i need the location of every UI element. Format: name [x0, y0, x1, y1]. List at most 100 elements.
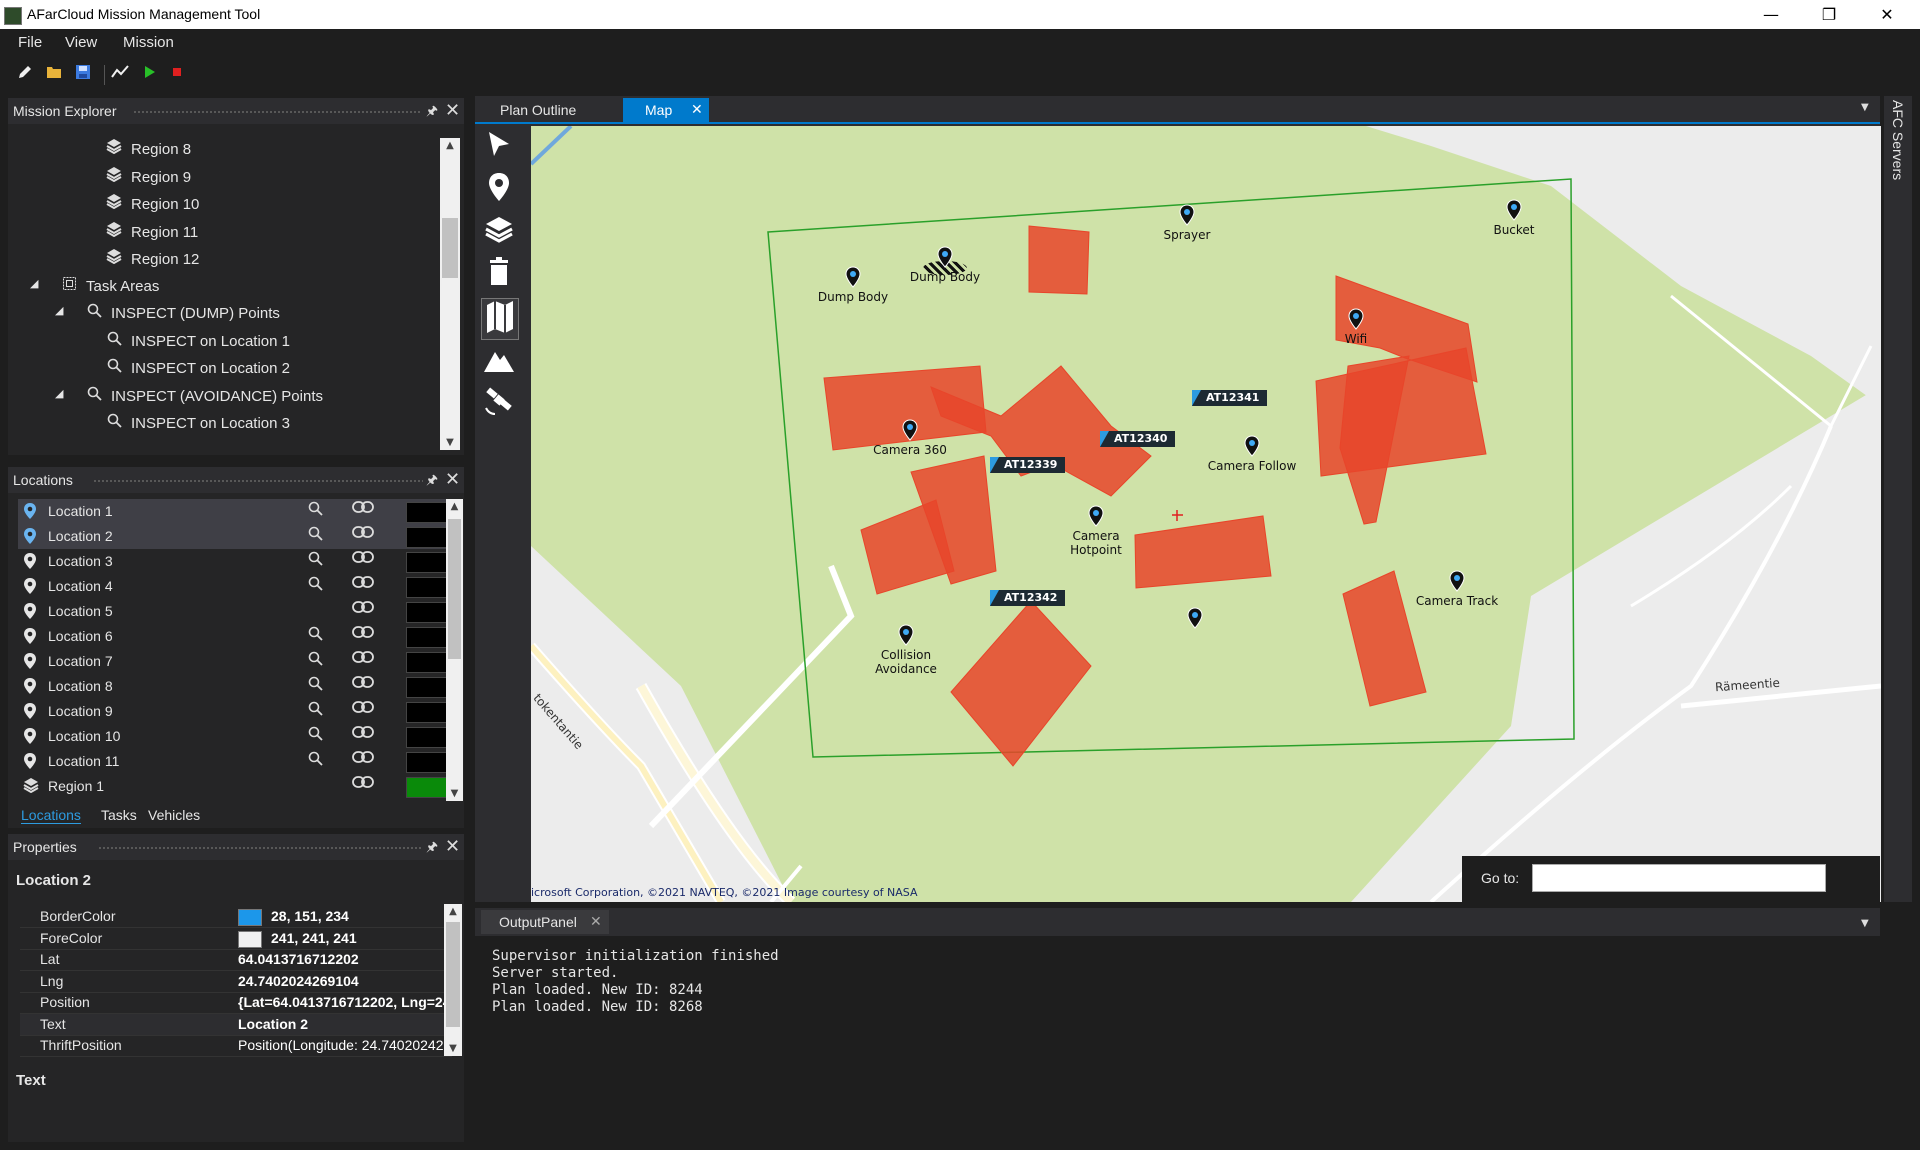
location-row[interactable]: Location 6 [18, 624, 463, 649]
search-icon[interactable] [308, 526, 323, 545]
close-tab-icon[interactable]: ✕ [691, 101, 703, 118]
vehicle-tag[interactable]: AT12341 [1192, 390, 1268, 406]
link-icon[interactable] [352, 625, 374, 644]
vehicle-tag[interactable]: AT12342 [990, 590, 1066, 606]
close-icon[interactable]: ✕ [445, 469, 460, 490]
location-row[interactable]: Location 3 [18, 549, 463, 574]
tree-item[interactable]: Region 11 [105, 221, 198, 248]
location-row[interactable]: Location 2 [18, 524, 463, 549]
search-icon[interactable] [308, 626, 323, 645]
tab-map[interactable]: Map ✕ [623, 98, 709, 122]
minimize-button[interactable]: — [1742, 0, 1800, 29]
tree-item[interactable]: Region 10 [105, 193, 199, 220]
tree-item[interactable]: Region 12 [105, 248, 199, 275]
stop-button[interactable] [166, 64, 188, 86]
map-marker-pin[interactable] [1179, 204, 1195, 226]
goto-input[interactable] [1532, 864, 1826, 892]
add-location-button[interactable] [483, 172, 515, 204]
tree-item[interactable]: ◢ INSPECT (AVOIDANCE) Points [55, 386, 323, 413]
location-row[interactable]: Location 9 [18, 699, 463, 724]
select-tool-button[interactable] [483, 130, 515, 162]
link-icon[interactable] [352, 725, 374, 744]
map-marker-pin[interactable] [1187, 607, 1203, 629]
link-icon[interactable] [352, 675, 374, 694]
map-marker-pin[interactable] [1348, 308, 1364, 330]
search-icon[interactable] [308, 701, 323, 720]
location-row[interactable]: Location 7 [18, 649, 463, 674]
menu-file[interactable]: File [18, 34, 42, 51]
map-marker-pin[interactable] [1244, 435, 1260, 457]
search-icon[interactable] [308, 726, 323, 745]
tab-overflow-icon[interactable]: ▼ [1861, 102, 1869, 113]
link-icon[interactable] [352, 550, 374, 569]
link-icon[interactable] [352, 600, 374, 619]
menu-mission[interactable]: Mission [123, 34, 174, 51]
tree-item[interactable]: ◢ INSPECT (DUMP) Points [55, 303, 280, 330]
tab-vehicles[interactable]: Vehicles [148, 807, 200, 823]
close-icon[interactable]: ✕ [445, 836, 460, 857]
map-marker-pin[interactable] [1449, 570, 1465, 592]
location-row[interactable]: Location 5 [18, 599, 463, 624]
location-row[interactable]: Location 8 [18, 674, 463, 699]
link-icon[interactable] [352, 750, 374, 769]
tree-item[interactable]: Region 9 [105, 166, 191, 193]
map-marker-pin[interactable] [898, 624, 914, 646]
map-view-button[interactable] [481, 298, 519, 340]
property-row[interactable]: Lng 24.7402024269104 [20, 971, 452, 993]
map-marker-pin[interactable] [845, 266, 861, 288]
add-region-button[interactable] [483, 214, 515, 246]
expand-arrow-icon[interactable]: ◢ [30, 277, 38, 290]
location-row[interactable]: Location 11 [18, 749, 463, 774]
map-marker-pin[interactable] [1088, 505, 1104, 527]
panel-overflow-icon[interactable]: ▼ [1861, 918, 1869, 929]
map-marker-pin[interactable] [937, 246, 953, 268]
tab-output-panel[interactable]: OutputPanel ✕ [481, 910, 609, 934]
link-icon[interactable] [352, 525, 374, 544]
tab-plan-outline[interactable]: Plan Outline [483, 98, 603, 122]
search-icon[interactable] [308, 751, 323, 770]
mission-tree-scrollbar[interactable]: ▲ ▼ [440, 138, 460, 450]
delete-button[interactable] [483, 256, 515, 288]
link-icon[interactable] [352, 775, 374, 794]
link-icon[interactable] [352, 500, 374, 519]
new-plan-button[interactable] [14, 64, 36, 86]
location-row[interactable]: Region 1 [18, 774, 463, 799]
properties-scrollbar[interactable]: ▲ ▼ [444, 904, 462, 1056]
tree-item[interactable]: INSPECT on Location 1 [105, 331, 290, 358]
satellite-button[interactable] [483, 386, 515, 418]
close-icon[interactable]: ✕ [445, 100, 460, 121]
map-marker-pin[interactable] [1506, 199, 1522, 221]
tree-item[interactable]: INSPECT on Location 3 [105, 413, 290, 440]
vehicle-tag[interactable]: AT12340 [1100, 431, 1176, 447]
property-row[interactable]: ThriftPosition Position(Longitude: 24.740… [20, 1035, 458, 1057]
pin-icon[interactable]: 🖈 [426, 471, 438, 493]
pin-icon[interactable]: 🖈 [426, 838, 438, 860]
tree-item[interactable]: ◢ Task Areas [30, 276, 159, 303]
location-row[interactable]: Location 10 [18, 724, 463, 749]
tab-tasks[interactable]: Tasks [101, 807, 137, 823]
property-row[interactable]: Lat 64.0413716712202 [20, 949, 452, 971]
map-view[interactable]: Dump Body Dump Body Sprayer Bucket Wifi Camer… [531, 126, 1881, 902]
location-row[interactable]: Location 4 [18, 574, 463, 599]
restore-button[interactable]: ❐ [1800, 0, 1858, 29]
property-row[interactable]: Position {Lat=64.0413716712202, Lng=24.74… [20, 992, 458, 1014]
afc-servers-tab[interactable]: AFC Servers [1890, 100, 1906, 180]
map-marker-pin[interactable] [902, 419, 918, 441]
property-row[interactable]: Text Location 2 [20, 1013, 452, 1036]
save-button[interactable] [72, 64, 94, 86]
tree-item[interactable]: INSPECT on Location 2 [105, 358, 290, 385]
link-icon[interactable] [352, 575, 374, 594]
chart-button[interactable] [109, 64, 131, 86]
locations-scrollbar[interactable]: ▲ ▼ [446, 499, 463, 801]
search-icon[interactable] [308, 676, 323, 695]
open-button[interactable] [43, 64, 65, 86]
location-row[interactable]: Location 1 [18, 499, 463, 524]
expand-arrow-icon[interactable]: ◢ [55, 304, 63, 317]
expand-arrow-icon[interactable]: ◢ [55, 387, 63, 400]
pin-icon[interactable]: 🖈 [426, 102, 438, 124]
play-button[interactable] [138, 64, 160, 86]
close-window-button[interactable]: ✕ [1858, 0, 1916, 29]
tab-locations[interactable]: Locations [21, 807, 81, 824]
vehicle-tag[interactable]: AT12339 [990, 457, 1066, 473]
terrain-button[interactable] [483, 346, 515, 378]
